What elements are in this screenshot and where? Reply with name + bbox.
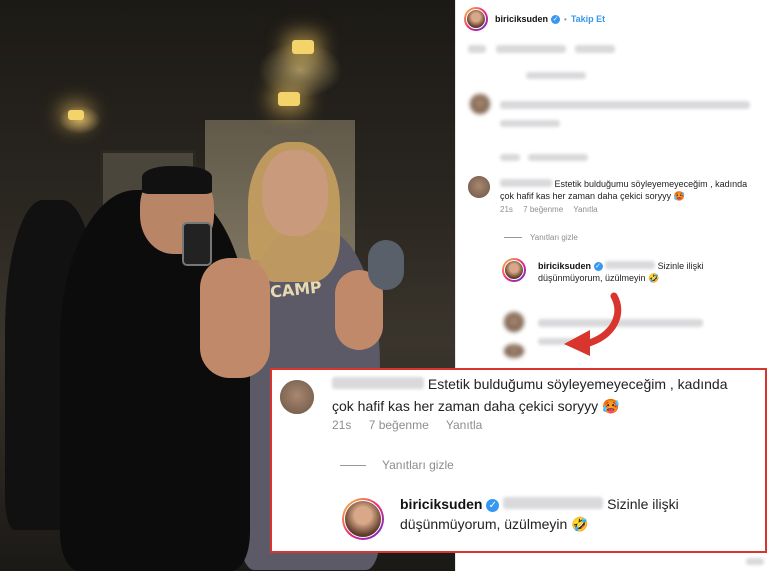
- reply-username-large[interactable]: biriciksuden: [400, 496, 482, 512]
- verified-icon: ✓: [486, 498, 500, 512]
- blurred-comment: [468, 40, 615, 58]
- blurred-meta: [526, 66, 586, 84]
- profile-avatar[interactable]: [464, 7, 488, 31]
- ceiling-lamp: [68, 110, 84, 120]
- dot-separator: •: [564, 14, 567, 24]
- mention-blurred[interactable]: [605, 261, 656, 269]
- commenter-username-blurred-large[interactable]: [332, 377, 424, 389]
- commenter-avatar[interactable]: [468, 176, 490, 198]
- woman-fist: [368, 240, 404, 290]
- reply-avatar-large[interactable]: [342, 498, 384, 540]
- comment-time-large: 21s: [332, 418, 352, 432]
- ceiling-lamp: [292, 40, 314, 54]
- man-arm: [200, 258, 270, 378]
- phone-icon: [182, 222, 212, 266]
- red-arrow-icon: [564, 292, 622, 356]
- reply-text-line2-large: düşünmüyorum, üzülmeyin: [400, 516, 568, 532]
- reply-link-large[interactable]: Yanıtla: [446, 418, 482, 432]
- reply-text-line2: düşünmüyorum, üzülmeyin: [538, 273, 646, 283]
- reply-username[interactable]: biriciksuden: [538, 261, 591, 271]
- blurred-avatar: [504, 312, 524, 332]
- comment-time: 21s: [500, 205, 513, 214]
- comment-text-line1-large: Estetik bulduğumu söyleyemeyeceğim , kad…: [427, 376, 728, 392]
- comment-text-line1: Estetik bulduğumu söyleyemeyeceğim , kad…: [554, 179, 748, 189]
- comment-likes-large[interactable]: 7 beğenme: [369, 418, 429, 432]
- mention-blurred-large[interactable]: [503, 497, 604, 509]
- reply-large: biriciksuden ✓ Sizinle ilişki düşünmüyor…: [400, 494, 760, 534]
- man-hair: [142, 166, 212, 194]
- verified-icon: ✓: [551, 14, 561, 24]
- comment-small: Estetik bulduğumu söyleyemeyeceğim , kad…: [500, 178, 762, 214]
- blurred-comment: [746, 552, 764, 570]
- blurred-meta: [500, 148, 588, 166]
- reply-text-line1: Sizinle ilişki: [657, 261, 704, 271]
- comment-line2-large: çok hafif kas her zaman daha çekici sory…: [332, 398, 620, 414]
- follow-button[interactable]: Takip Et: [571, 14, 605, 24]
- ceiling-lamp: [278, 92, 300, 106]
- hide-replies-large[interactable]: Yanıtları gizle: [340, 458, 454, 472]
- laughing-icon: 🤣: [571, 516, 589, 532]
- hide-replies-small[interactable]: Yanıtları gizle: [504, 233, 586, 242]
- header-username[interactable]: biriciksuden: [495, 14, 548, 24]
- comment-text-line2: çok hafif kas her zaman daha çekici sory…: [500, 191, 672, 201]
- post-header: biriciksuden ✓ • Takip Et: [456, 0, 770, 38]
- reply-text-line1-large: Sizinle ilişki: [607, 496, 679, 512]
- blurred-avatar: [470, 94, 490, 114]
- laughing-icon: 🤣: [648, 273, 660, 283]
- hot-face-icon: 🥵: [673, 191, 685, 201]
- blurred-avatar: [504, 344, 524, 358]
- verified-icon: ✓: [593, 262, 603, 272]
- reply-link[interactable]: Yanıtla: [573, 205, 597, 214]
- reply-avatar[interactable]: [502, 258, 526, 282]
- woman-head: [262, 150, 328, 236]
- reply-small: biriciksuden ✓ Sizinle ilişki düşünmüyor…: [538, 260, 766, 284]
- comment-large: Estetik bulduğumu söyleyemeyeceğim , kad…: [332, 374, 762, 394]
- hot-face-icon: 🥵: [602, 398, 620, 414]
- commenter-username-blurred[interactable]: [500, 179, 552, 187]
- blurred-comment: [500, 96, 750, 132]
- zoomed-comment-callout: Estetik bulduğumu söyleyemeyeceğim , kad…: [270, 368, 767, 553]
- commenter-avatar-large[interactable]: [280, 380, 314, 414]
- comment-likes[interactable]: 7 beğenme: [523, 205, 563, 214]
- comment-meta-large: 21s 7 beğenme Yanıtla: [332, 418, 482, 432]
